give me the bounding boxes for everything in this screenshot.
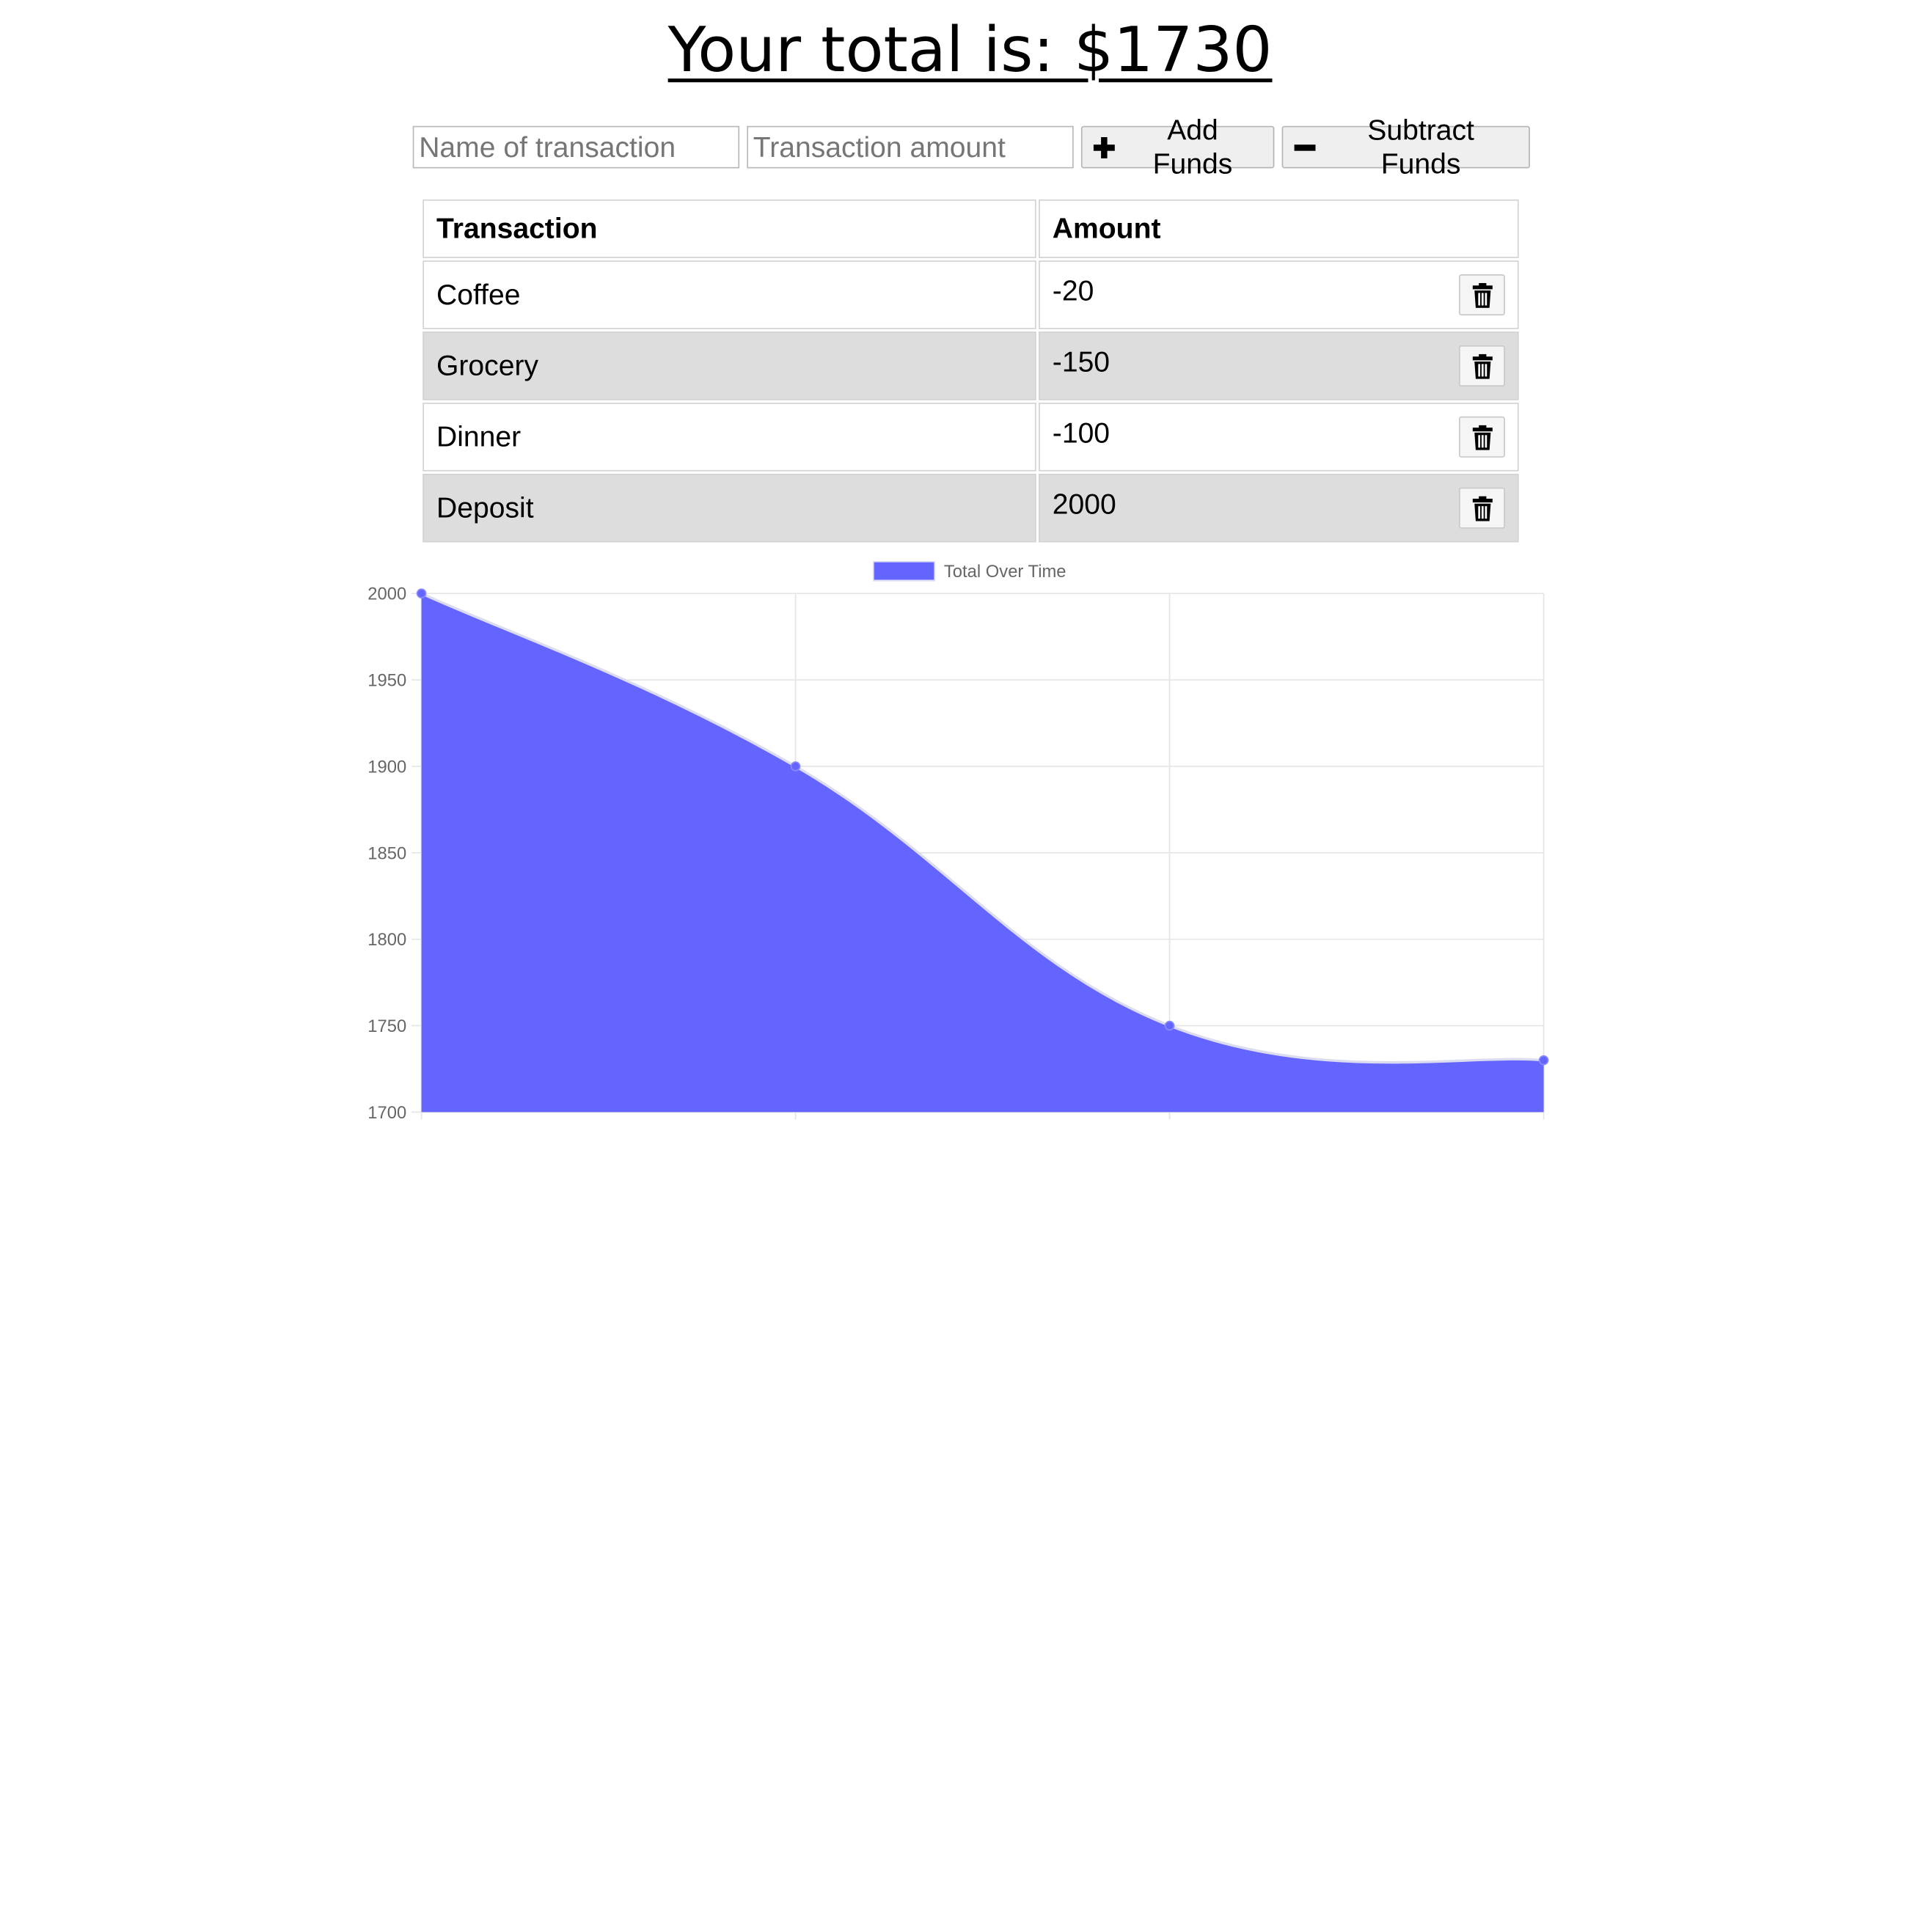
y-tick-label: 1900 <box>367 757 406 777</box>
y-tick-label: 1800 <box>367 930 406 950</box>
add-funds-label: Add Funds <box>1152 113 1233 180</box>
chart-canvas: 20001950190018501800175017004/3/20204/3/… <box>367 585 1549 1122</box>
trash-icon <box>1471 495 1493 521</box>
y-tick-label: 2000 <box>367 585 406 604</box>
transactions-table: Transaction Amount Coffee -20 Grocery -1… <box>420 197 1521 545</box>
transaction-amount-cell: -150 <box>1039 331 1519 400</box>
transaction-amount-cell: 2000 <box>1039 474 1519 543</box>
column-header-amount: Amount <box>1039 199 1519 258</box>
trash-icon <box>1471 424 1493 450</box>
transaction-amount-cell: -100 <box>1039 403 1519 472</box>
transaction-name-cell: Grocery <box>422 331 1036 400</box>
minus-icon <box>1294 136 1316 158</box>
y-tick-label: 1700 <box>367 1103 406 1122</box>
y-tick-label: 1850 <box>367 843 406 863</box>
table-row: Dinner -100 <box>422 403 1519 472</box>
data-point <box>416 588 427 599</box>
data-point <box>1538 1055 1549 1066</box>
transaction-name-cell: Deposit <box>422 474 1036 543</box>
transaction-name-cell: Dinner <box>422 403 1036 472</box>
table-row: Grocery -150 <box>422 331 1519 400</box>
table-row: Deposit 2000 <box>422 474 1519 543</box>
delete-transaction-button[interactable] <box>1459 487 1505 529</box>
trash-icon <box>1471 282 1493 308</box>
amount-value: -20 <box>1052 274 1094 307</box>
total-heading: Your total is: $1730 <box>667 13 1273 87</box>
delete-transaction-button[interactable] <box>1459 274 1505 316</box>
subtract-funds-label: Subtract Funds <box>1367 113 1474 180</box>
data-point <box>790 761 801 772</box>
transaction-name-input[interactable] <box>412 125 740 169</box>
delete-transaction-button[interactable] <box>1459 416 1505 458</box>
amount-value: 2000 <box>1052 487 1116 520</box>
column-header-transaction: Transaction <box>422 199 1036 258</box>
transaction-name-cell: Coffee <box>422 260 1036 329</box>
add-funds-button[interactable]: Add Funds <box>1080 114 1275 180</box>
y-tick-label: 1750 <box>367 1016 406 1036</box>
amount-value: -100 <box>1052 416 1110 449</box>
total-over-time-chart: Total Over Time 2000 1950 1900 1850 1800 1750… <box>0 549 1931 1122</box>
transaction-amount-input[interactable] <box>747 125 1074 169</box>
delete-transaction-button[interactable] <box>1459 345 1505 386</box>
data-point <box>1164 1020 1175 1031</box>
plus-icon <box>1093 136 1115 158</box>
y-tick-label: 1950 <box>367 671 406 691</box>
transaction-amount-cell: -20 <box>1039 260 1519 329</box>
table-header-row: Transaction Amount <box>422 199 1519 258</box>
table-row: Coffee -20 <box>422 260 1519 329</box>
trash-icon <box>1471 353 1493 378</box>
amount-value: -150 <box>1052 345 1110 378</box>
subtract-funds-button[interactable]: Subtract Funds <box>1281 114 1530 180</box>
